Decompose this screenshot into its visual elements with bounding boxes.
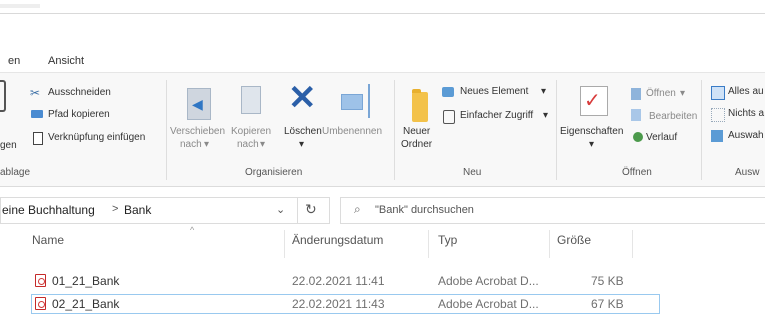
sort-up-icon: ^ [190,225,195,235]
copy-to-icon [241,86,261,114]
title-bar-strip [0,0,765,20]
move-to-label-2[interactable]: nach [180,139,202,150]
arrow-left-icon: ◀ [192,96,203,112]
group-label-open: Öffnen [622,167,652,178]
new-folder-label-2[interactable]: Ordner [401,139,432,150]
paste-shortcut-button[interactable]: Verknüpfung einfügen [48,132,145,143]
rename-cursor-icon [368,84,370,118]
column-header-type[interactable]: Typ [438,233,457,247]
rename-icon [341,94,363,110]
ribbon-separator [701,80,702,180]
select-none-icon [711,108,725,122]
easy-access-dropdown-icon[interactable]: ▾ [543,110,548,121]
group-label-new: Neu [463,167,482,178]
scissors-icon: ✂ [30,86,41,100]
file-name[interactable]: 02_21_Bank [52,297,119,311]
copy-path-button[interactable]: Pfad kopieren [48,109,110,120]
delete-button[interactable]: Löschen [284,126,322,137]
edit-button[interactable]: Bearbeiten [649,111,697,122]
breadcrumb-current[interactable]: Bank [124,203,151,217]
history-icon [633,132,643,142]
properties-dropdown-icon[interactable]: ▾ [589,139,594,150]
checkmark-icon: ✓ [584,90,601,112]
group-label-select: Ausw [735,167,760,178]
file-type: Adobe Acrobat D... [438,297,539,311]
properties-button[interactable]: Eigenschaften [560,126,623,137]
window-edge [0,4,40,8]
tab-start-partial[interactable]: en [8,55,20,67]
ribbon-separator [394,80,395,180]
new-folder-label[interactable]: Neuer [403,126,430,137]
easy-access-icon [443,110,455,124]
file-size: 67 KB [591,297,624,311]
file-date: 22.02.2021 11:41 [292,274,385,288]
file-row[interactable]: 01_21_Bank 22.02.2021 11:41 Adobe Acroba… [0,272,640,292]
paste-icon[interactable] [0,80,6,112]
column-divider[interactable] [549,230,550,258]
search-input[interactable]: "Bank" durchsuchen [375,204,474,216]
copy-to-label[interactable]: Kopieren [231,126,271,137]
search-icon: ⌕ [354,202,361,216]
column-divider[interactable] [284,230,285,258]
file-name[interactable]: 01_21_Bank [52,274,119,288]
pdf-file-icon [35,274,46,287]
invert-selection-button[interactable]: Auswah [728,130,764,141]
ribbon-separator [556,80,557,180]
invert-selection-icon [711,130,723,142]
refresh-icon[interactable]: ↻ [305,201,317,218]
column-header-date[interactable]: Änderungsdatum [292,233,383,247]
select-all-button[interactable]: Alles au [728,86,764,97]
rename-button[interactable]: Umbenennen [322,126,382,137]
file-date: 22.02.2021 11:43 [292,297,385,311]
ribbon-separator [166,80,167,180]
column-divider[interactable] [632,230,633,258]
file-size: 75 KB [591,274,624,288]
new-item-icon [442,87,454,97]
delete-dropdown-icon[interactable]: ▾ [299,139,304,150]
new-folder-icon [412,89,428,122]
select-none-button[interactable]: Nichts a [728,108,764,119]
file-row-focused[interactable]: 02_21_Bank 22.02.2021 11:43 Adobe Acroba… [31,294,660,314]
column-header-size[interactable]: Größe [557,233,591,247]
column-divider[interactable] [428,230,429,258]
copy-to-dropdown-icon[interactable]: ▾ [260,139,265,150]
copy-to-label-2[interactable]: nach [237,139,259,150]
new-item-button[interactable]: Neues Element [460,86,528,97]
breadcrumb-parent[interactable]: eine Buchhaltung [2,203,95,217]
open-button[interactable]: Öffnen [646,88,676,99]
open-dropdown-icon[interactable]: ▾ [680,88,685,99]
move-to-dropdown-icon[interactable]: ▾ [204,139,209,150]
cut-button[interactable]: Ausschneiden [48,87,111,98]
group-label-organize: Organisieren [245,167,303,178]
move-to-label[interactable]: Verschieben [170,126,225,137]
tab-view[interactable]: Ansicht [48,55,84,67]
group-label-clipboard: ablage [0,167,31,178]
history-button[interactable]: Verlauf [646,132,677,143]
copy-path-icon [31,110,43,118]
paste-label-partial[interactable]: gen [0,140,17,151]
new-item-dropdown-icon[interactable]: ▾ [541,86,546,97]
edit-icon [631,109,641,121]
select-all-icon [711,86,725,100]
title-bar-divider [0,13,765,14]
chevron-down-icon[interactable]: ⌄ [276,203,285,216]
pdf-file-icon [35,297,46,310]
open-icon [631,88,641,100]
breadcrumb-separator: > [112,203,119,215]
file-type: Adobe Acrobat D... [438,274,539,288]
paste-shortcut-icon [33,132,43,145]
delete-x-icon: ✕ [288,79,317,117]
column-header-name[interactable]: Name [32,233,64,247]
easy-access-button[interactable]: Einfacher Zugriff [460,110,533,121]
